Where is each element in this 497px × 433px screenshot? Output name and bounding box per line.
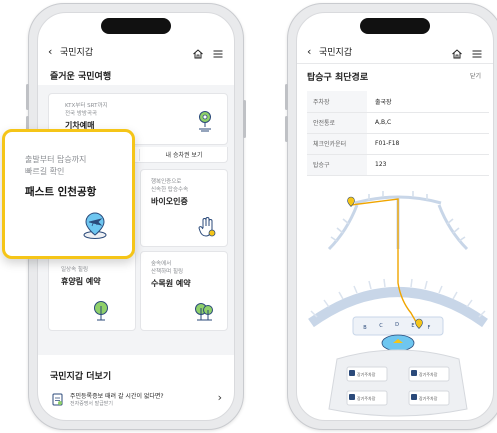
- row-key: 체크인카운터: [307, 133, 367, 155]
- card-subtitle: 숲속에서 산책하며 힐링: [151, 261, 184, 275]
- card-bio-auth[interactable]: 행복인증으로 신속한 탑승수속 바이오인증: [140, 169, 228, 247]
- table-row: 안전통로 A,B,C: [307, 112, 489, 134]
- divider: [139, 149, 140, 161]
- pier: [327, 204, 359, 251]
- home-icon[interactable]: [451, 45, 463, 59]
- parking-label: 장기주차장: [419, 395, 438, 401]
- app-header: ‹ 국민지갑: [48, 41, 224, 61]
- card-subtitle: 일상속 힐링: [61, 267, 89, 273]
- section-title: 즐거운 국민여행: [50, 72, 112, 82]
- tree-icon: [195, 303, 213, 321]
- chevron-right-icon: ›: [217, 391, 222, 404]
- parking-label: 장기주차장: [357, 395, 376, 401]
- notch: [101, 18, 171, 34]
- header-title: 국민지갑: [60, 47, 94, 58]
- info-table: 주차장 출국장 안전통로 A,B,C 체크인카운터 F01-F18 탑승구 12…: [307, 91, 489, 176]
- card-subtitle: 행복인증으로 신속한 탑승수속: [151, 179, 189, 193]
- back-arrow-icon[interactable]: ‹: [48, 45, 60, 58]
- more-item-subtitle: 전자증명서 발급받기: [70, 401, 113, 407]
- tree-icon: [94, 301, 108, 321]
- card-forest[interactable]: 일상속 힐링 휴양림 예약: [48, 251, 136, 331]
- my-ticket-button[interactable]: 내 승차권 보기: [139, 150, 229, 159]
- row-key: 안전통로: [307, 112, 367, 134]
- callout-subtitle: 출발부터 탑승까지 빠르길 확인: [25, 154, 86, 178]
- table-row: 탑승구 123: [307, 154, 489, 176]
- page-title: 탑승구 최단경로: [307, 73, 369, 83]
- card-title: 휴양림 예약: [61, 277, 101, 286]
- volume-button: [285, 84, 288, 110]
- more-item[interactable]: 주민등록증보 때려 갈 시간이 없다면? 전자증명서 발급받기 ›: [48, 389, 228, 415]
- right-screen: ‹ 국민지갑 탑승구 최단경로 닫기 주차장 출국장 안전통로 A,B,C 체크…: [296, 12, 494, 421]
- map-pin-icon: [199, 111, 211, 132]
- gate-letter: B: [363, 325, 367, 331]
- row-value: A,B,C: [367, 112, 489, 134]
- more-section-title: 국민지갑 더보기: [50, 372, 112, 382]
- route-path: [350, 198, 420, 328]
- volume-button: [285, 116, 288, 142]
- table-row: 체크인카운터 F01-F18: [307, 133, 489, 155]
- parking-label: 장기주차장: [419, 371, 438, 377]
- app-header: ‹ 국민지갑: [307, 41, 483, 61]
- gate-letter: C: [379, 323, 383, 329]
- card-title: 바이오인증: [151, 197, 188, 206]
- stage: ‹ 국민지갑 즐거운 국민여행 KTX부터 SRT까지 전국 방방곡곡 기차예매…: [0, 0, 497, 433]
- gate-letter: D: [395, 322, 399, 328]
- card-subtitle: KTX부터 SRT까지 전국 방방곡곡: [65, 103, 108, 117]
- table-row: 주차장 출국장: [307, 91, 489, 113]
- row-value: 출국장: [367, 91, 489, 113]
- notch: [360, 18, 430, 34]
- card-title: 수목원 예약: [151, 279, 191, 288]
- right-phone: ‹ 국민지갑 탑승구 최단경로 닫기 주차장 출국장 안전통로 A,B,C 체크…: [285, 3, 497, 430]
- row-key: 탑승구: [307, 154, 367, 176]
- callout-subtitle-line: 빠르길 확인: [25, 167, 65, 176]
- volume-button: [26, 84, 29, 110]
- airport-map[interactable]: B C D E F 장기주차장 장기주차장 장기주차장 장기주차장: [307, 191, 489, 421]
- airplane-location-icon: [83, 212, 107, 239]
- home-icon[interactable]: [192, 45, 204, 59]
- row-value: 123: [367, 154, 489, 176]
- gate-letter: F: [428, 325, 431, 331]
- parking-area: [328, 349, 468, 417]
- callout-title: 패스트 인천공항: [25, 186, 97, 198]
- back-arrow-icon[interactable]: ‹: [307, 45, 319, 58]
- power-button: [243, 100, 246, 138]
- menu-icon[interactable]: [212, 45, 224, 58]
- pier: [437, 204, 469, 251]
- divider: [297, 63, 493, 64]
- more-item-title: 주민등록증보 때려 갈 시간이 없다면?: [70, 393, 164, 400]
- menu-icon[interactable]: [471, 45, 483, 58]
- row-value: F01-F18: [367, 133, 489, 155]
- gate-letter: E: [411, 323, 414, 329]
- callout-subtitle-line: 출발부터 탑승까지: [25, 155, 87, 164]
- close-button[interactable]: 닫기: [470, 71, 481, 80]
- parking-label: 장기주차장: [357, 371, 376, 377]
- highlight-callout[interactable]: 출발부터 탑승까지 빠르길 확인 패스트 인천공항: [2, 129, 135, 259]
- document-icon: [52, 393, 63, 406]
- row-key: 주차장: [307, 91, 367, 113]
- header-title: 국민지갑: [319, 47, 353, 58]
- hand-touch-icon: [198, 217, 216, 237]
- card-arboretum[interactable]: 숲속에서 산책하며 힐링 수목원 예약: [140, 251, 228, 331]
